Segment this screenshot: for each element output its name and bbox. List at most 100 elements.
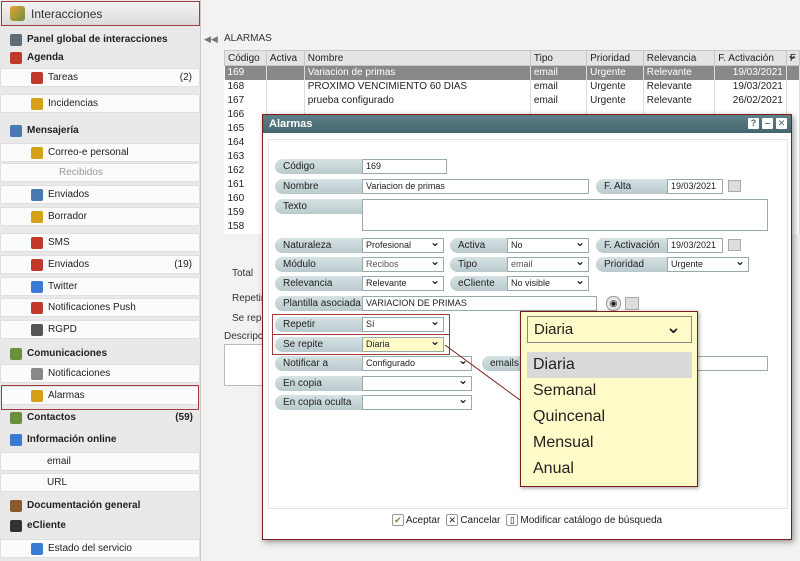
codigo-field[interactable]: 169 bbox=[362, 159, 447, 174]
sidebar-item-0[interactable]: Panel global de interacciones bbox=[0, 30, 200, 49]
table-cell: PROXIMO VENCIMIENTO 60 DIAS bbox=[304, 79, 531, 94]
modify-catalog-button[interactable]: ▯ Modificar catálogo de búsqueda bbox=[506, 514, 662, 526]
sidebar-item-21[interactable]: Documentación general bbox=[0, 496, 200, 515]
se-repite-label: Se repite bbox=[275, 337, 363, 352]
table-cell bbox=[786, 93, 800, 108]
modulo-select[interactable]: Recibos bbox=[362, 257, 444, 272]
repetir-select[interactable]: Sí bbox=[362, 317, 444, 332]
sidebar-item-label: Incidencias bbox=[48, 98, 99, 109]
activa-select[interactable]: No bbox=[507, 238, 589, 253]
sidebar-item-7[interactable]: Enviados bbox=[0, 185, 200, 204]
behind-description-box bbox=[224, 344, 264, 386]
sidebar-item-3[interactable]: Incidencias bbox=[0, 94, 200, 113]
table-row[interactable]: 168 PROXIMO VENCIMIENTO 60 DIAS email Urgen… bbox=[224, 79, 800, 94]
naturaleza-label: Naturaleza bbox=[275, 238, 363, 253]
texto-label: Texto bbox=[275, 199, 363, 214]
frequency-option[interactable]: Quincenal bbox=[527, 404, 692, 430]
frequency-option[interactable]: Anual bbox=[527, 456, 692, 482]
sidebar-item-9[interactable]: SMS bbox=[0, 233, 200, 252]
sidebar-item-14[interactable]: Comunicaciones bbox=[0, 344, 200, 363]
table-row[interactable]: 167 prueba configurado email Urgente Relevan… bbox=[224, 93, 800, 108]
f-alta-calendar-icon[interactable] bbox=[728, 180, 741, 192]
frequency-option[interactable]: Diaria bbox=[527, 352, 692, 378]
sidebar-item-18[interactable]: Información online bbox=[0, 430, 200, 449]
view-template-icon[interactable]: ◉ bbox=[606, 296, 621, 311]
table-cell: 161 bbox=[224, 177, 267, 192]
f-activacion-calendar-icon[interactable] bbox=[728, 239, 741, 251]
en-copia-oculta-select[interactable] bbox=[362, 395, 472, 410]
mail-icon bbox=[31, 146, 43, 159]
sidebar-item-12[interactable]: Notificaciones Push bbox=[0, 298, 200, 317]
sidebar-item-15[interactable]: Notificaciones bbox=[0, 364, 200, 383]
f-activacion-field[interactable]: 19/03/2021 bbox=[667, 238, 723, 253]
column-header[interactable]: Código bbox=[224, 50, 267, 66]
sidebar-item-20[interactable]: URL bbox=[0, 473, 200, 492]
table-cell bbox=[266, 65, 305, 80]
table-row[interactable]: 169 Variacion de primas email Urgente Releva… bbox=[224, 65, 800, 80]
repetir-label: Repetir bbox=[275, 317, 363, 332]
collapse-sidebar-icon[interactable]: ◀◀ bbox=[204, 34, 218, 46]
help-icon[interactable]: ? bbox=[748, 118, 759, 129]
table-cell bbox=[786, 65, 800, 80]
plantilla-field[interactable]: VARIACION DE PRIMAS bbox=[362, 296, 597, 311]
f-alta-field[interactable]: 19/03/2021 bbox=[667, 179, 723, 194]
sidebar-item-19[interactable]: email bbox=[0, 452, 200, 471]
frequency-option[interactable]: Mensual bbox=[527, 430, 692, 456]
dialog-footer: ✔ Aceptar ✕ Cancelar ▯ Modificar catálog… bbox=[263, 511, 791, 529]
column-header[interactable]: Tipo bbox=[529, 50, 588, 66]
table-cell: email bbox=[530, 65, 588, 80]
nombre-field[interactable]: Variacion de primas bbox=[362, 179, 589, 194]
sidebar-item-1[interactable]: Agenda bbox=[0, 48, 200, 67]
en-copia-label: En copia bbox=[275, 376, 363, 391]
service-icon bbox=[31, 542, 43, 555]
column-header[interactable]: Prioridad bbox=[586, 50, 644, 66]
minimize-icon[interactable]: – bbox=[762, 118, 773, 129]
column-header[interactable]: Relevancia bbox=[642, 50, 716, 66]
prioridad-select[interactable]: Urgente bbox=[667, 257, 749, 272]
column-header[interactable]: Nombre bbox=[303, 50, 531, 66]
sidebar-item-11[interactable]: Twitter bbox=[0, 277, 200, 296]
codigo-label: Código bbox=[275, 159, 363, 174]
incident-icon bbox=[31, 97, 43, 110]
ecliente-label: eCliente bbox=[450, 276, 508, 291]
column-header[interactable]: Activa bbox=[265, 50, 305, 66]
sidebar-item-2[interactable]: Tareas (2) bbox=[0, 68, 200, 87]
sidebar-item-8[interactable]: Borrador bbox=[0, 207, 200, 226]
modulo-label: Módulo bbox=[275, 257, 363, 272]
relevancia-select[interactable]: Relevante bbox=[362, 276, 444, 291]
sidebar-item-13[interactable]: RGPD bbox=[0, 320, 200, 339]
texto-textarea[interactable] bbox=[362, 199, 768, 231]
sidebar-item-10[interactable]: Enviados (19) bbox=[0, 255, 200, 274]
notificar-select[interactable]: Configurado bbox=[362, 356, 472, 371]
close-icon[interactable]: ✕ bbox=[776, 118, 787, 129]
chevron-down-icon: ⌄ bbox=[665, 317, 681, 337]
catalog-icon: ▯ bbox=[506, 514, 519, 526]
cancel-button[interactable]: ✕ Cancelar bbox=[446, 514, 500, 526]
table-cell: 165 bbox=[224, 121, 267, 136]
ecliente-select[interactable]: No visible bbox=[507, 276, 589, 291]
sidebar-item-label: Panel global de interacciones bbox=[27, 34, 168, 45]
sidebar-item-5[interactable]: Correo-e personal bbox=[0, 143, 200, 162]
sidebar-item-6[interactable]: Recibidos bbox=[0, 163, 200, 182]
sidebar-item-23[interactable]: Estado del servicio bbox=[0, 539, 200, 558]
edit-template-icon[interactable] bbox=[625, 297, 639, 310]
en-copia-select[interactable] bbox=[362, 376, 472, 391]
frequency-option[interactable]: Semanal bbox=[527, 378, 692, 404]
modify-catalog-label: Modificar catálogo de búsqueda bbox=[520, 514, 663, 526]
sidebar-item-4[interactable]: Mensajería bbox=[0, 121, 200, 140]
zoomed-frequency-select[interactable]: Diaria ⌄ bbox=[527, 316, 692, 343]
naturaleza-select[interactable]: Profesional bbox=[362, 238, 444, 253]
table-cell: Relevante bbox=[643, 65, 716, 80]
tipo-select[interactable]: email bbox=[507, 257, 589, 272]
sidebar-item-22[interactable]: eCliente bbox=[0, 516, 200, 535]
accept-button[interactable]: ✔ Aceptar bbox=[391, 514, 440, 526]
se-repite-select[interactable]: Diaria bbox=[362, 337, 444, 352]
docs-icon bbox=[10, 499, 22, 512]
sidebar-item-label: Twitter bbox=[48, 281, 78, 292]
column-header[interactable]: F. Activación bbox=[714, 50, 787, 66]
sidebar-item-label: eCliente bbox=[27, 520, 66, 531]
zoomed-frequency-dropdown: Diaria ⌄ Diaria Semanal Quincenal Mensual An… bbox=[520, 311, 698, 487]
sidebar-item-label: Correo-e personal bbox=[48, 147, 129, 158]
sidebar-item-17[interactable]: Contactos (59) bbox=[0, 408, 200, 427]
table-cell bbox=[266, 93, 305, 108]
